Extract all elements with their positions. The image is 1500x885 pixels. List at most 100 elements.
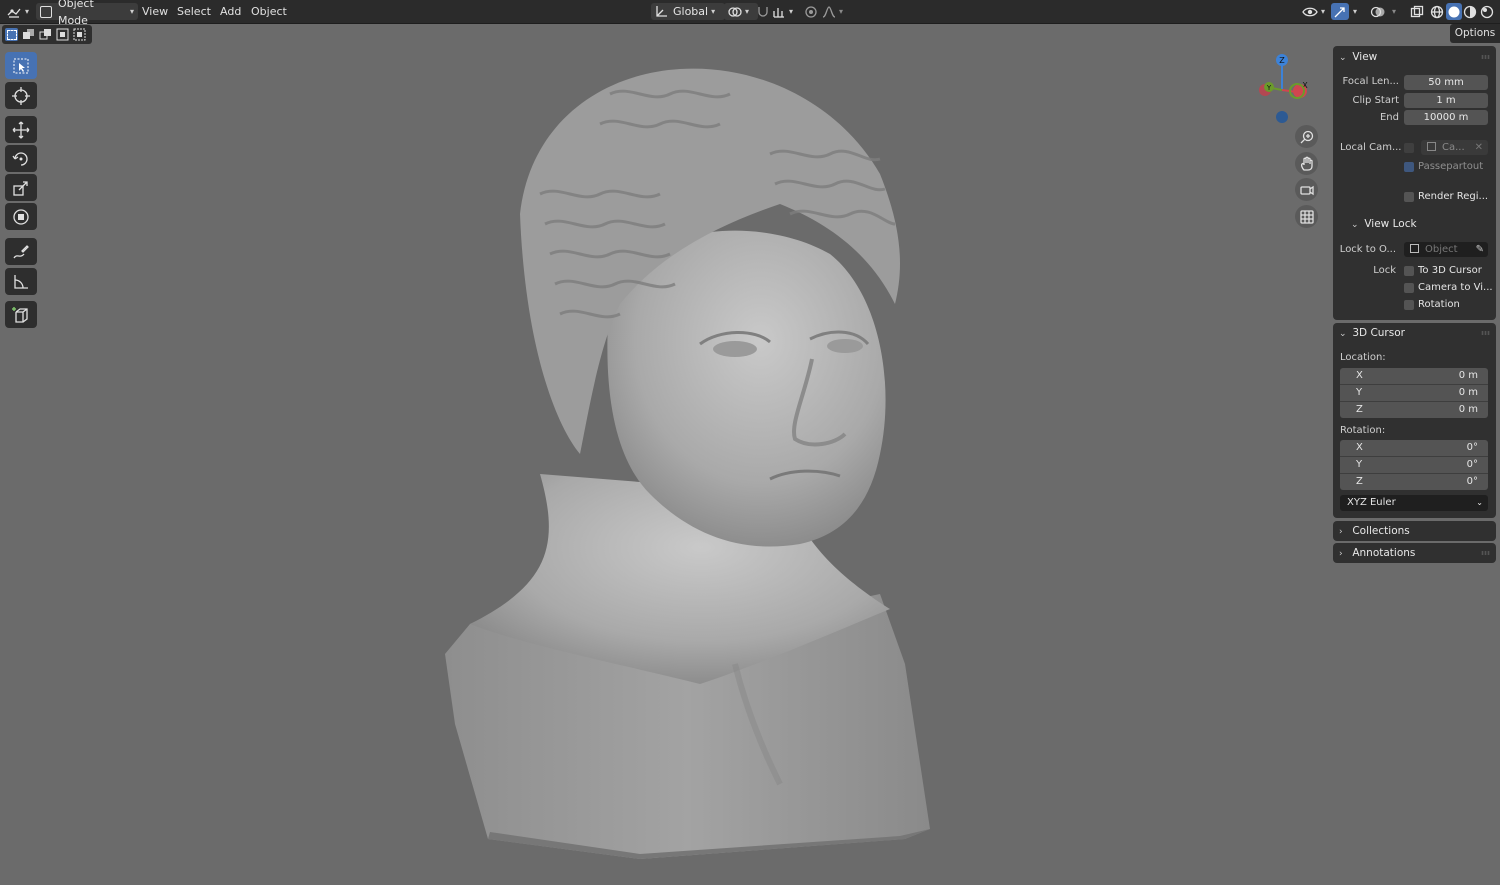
select-subtract-icon — [39, 29, 51, 40]
shading-material[interactable] — [1463, 3, 1477, 20]
passepartout-label: Passepartout — [1418, 161, 1484, 172]
panel-grip-icon[interactable] — [1481, 551, 1490, 555]
menu-object[interactable]: Object — [251, 3, 287, 20]
rotation-mode-select[interactable]: XYZ Euler ⌄ — [1340, 495, 1488, 511]
tool-shelf — [3, 50, 40, 330]
select-new-button[interactable] — [5, 28, 18, 41]
tool-rotate[interactable] — [5, 145, 37, 172]
chevron-down-icon: ⌄ — [1339, 329, 1347, 339]
location-z-field[interactable]: Z 0 m — [1340, 402, 1488, 418]
tool-annotate[interactable] — [5, 238, 37, 265]
passepartout-checkbox[interactable] — [1404, 162, 1414, 172]
annotations-panel[interactable]: › Annotations — [1333, 543, 1496, 563]
render-region-checkbox[interactable] — [1404, 192, 1414, 202]
object-mode-icon — [40, 5, 52, 18]
tool-cursor[interactable] — [5, 82, 37, 109]
menu-add[interactable]: Add — [220, 3, 241, 20]
lock-to-object-field[interactable]: Object ✎ — [1404, 242, 1488, 257]
select-subtract-button[interactable] — [39, 28, 52, 41]
tool-transform[interactable] — [5, 203, 37, 230]
select-invert-icon — [56, 28, 69, 41]
gizmo-z-label: Z — [1279, 56, 1285, 65]
rotation-z-field[interactable]: Z 0° — [1340, 474, 1488, 490]
select-extend-button[interactable] — [22, 28, 35, 41]
snap-toggle[interactable] — [756, 3, 770, 20]
collections-panel[interactable]: › Collections — [1333, 521, 1496, 541]
panel-grip-icon[interactable] — [1481, 55, 1490, 59]
pivot-point-selector[interactable]: ▾ — [724, 3, 758, 20]
tool-select-box[interactable] — [5, 52, 37, 79]
3d-viewport-icon — [7, 8, 21, 18]
rotation-x-field[interactable]: X 0° — [1340, 440, 1488, 457]
rotation-y-field[interactable]: Y 0° — [1340, 457, 1488, 474]
location-y-field[interactable]: Y 0 m — [1340, 385, 1488, 402]
view-panel-header[interactable]: ⌄ View — [1339, 48, 1377, 66]
clear-x-icon[interactable]: ✕ — [1475, 140, 1483, 155]
collections-panel-header[interactable]: › Collections — [1339, 522, 1410, 540]
rotation-vector: X 0° Y 0° Z 0° — [1340, 440, 1488, 490]
snap-target-selector[interactable]: ▾ — [772, 3, 793, 20]
axis-label: Y — [1356, 387, 1363, 398]
panel-grip-icon[interactable] — [1481, 331, 1490, 335]
proportional-editing-toggle[interactable] — [804, 3, 818, 20]
transform-orientation-label: Global — [673, 5, 709, 18]
clip-start-field[interactable]: 1 m — [1404, 93, 1488, 108]
lock-rotation-checkbox[interactable] — [1404, 300, 1414, 310]
chevron-down-icon: ▾ — [25, 7, 30, 16]
3d-cursor-icon — [12, 86, 30, 105]
shading-wireframe[interactable] — [1430, 3, 1444, 20]
zoom-magnifier-icon — [1300, 130, 1313, 143]
zoom-button[interactable] — [1295, 125, 1318, 148]
gizmo-toggle[interactable] — [1331, 3, 1349, 20]
tool-scale[interactable] — [5, 174, 37, 201]
lock-to-object-placeholder: Object — [1425, 244, 1458, 255]
mode-selector[interactable]: Object Mode ▾ — [36, 0, 138, 27]
shading-rendered[interactable] — [1480, 3, 1494, 20]
3d-viewport[interactable]: Z X Y — [0, 24, 1500, 885]
3d-cursor-panel: ⌄ 3D Cursor Location: X 0 m Y 0 m Z 0 m … — [1333, 323, 1496, 518]
eyedropper-icon[interactable]: ✎ — [1476, 242, 1484, 257]
proportional-falloff-selector[interactable]: ▾ — [822, 3, 843, 20]
local-camera-checkbox[interactable] — [1404, 143, 1414, 153]
shading-solid[interactable] — [1446, 3, 1462, 20]
tool-measure[interactable] — [5, 268, 37, 295]
perspective-toggle-button[interactable] — [1295, 205, 1318, 228]
camera-view-button[interactable] — [1295, 178, 1318, 201]
xray-toggle[interactable] — [1410, 3, 1424, 20]
solid-sphere-icon — [1448, 6, 1460, 17]
gizmo-options[interactable]: ▾ — [1350, 3, 1357, 20]
transform-orientation-selector[interactable]: Global ▾ — [651, 3, 725, 20]
select-new-icon — [7, 30, 17, 40]
rotate-icon — [12, 151, 28, 166]
overlays-options[interactable]: ▾ — [1389, 3, 1396, 20]
annotate-pencil-icon — [13, 244, 29, 258]
view-lock-header[interactable]: ⌄ View Lock — [1351, 215, 1417, 233]
menu-select[interactable]: Select — [177, 3, 211, 20]
select-intersect-button[interactable] — [73, 28, 86, 41]
annotations-panel-header[interactable]: › Annotations — [1339, 544, 1415, 562]
axis-label: X — [1356, 442, 1363, 453]
editor-type-button[interactable]: ▾ — [6, 3, 29, 20]
axis-value: 0 m — [1458, 404, 1478, 415]
navigation-gizmo[interactable]: Z X Y — [1245, 50, 1320, 125]
options-tab[interactable]: Options — [1450, 24, 1500, 43]
overlays-toggle[interactable] — [1370, 3, 1386, 20]
visibility-selector[interactable]: ▾ — [1302, 3, 1325, 20]
select-invert-button[interactable] — [56, 28, 69, 41]
tool-add-cube[interactable] — [5, 301, 37, 328]
focal-length-field[interactable]: 50 mm — [1404, 75, 1488, 90]
clip-end-label: End — [1379, 112, 1399, 123]
local-camera-field[interactable]: Ca... ✕ — [1421, 140, 1488, 155]
clip-start-label: Clip Start — [1352, 95, 1400, 106]
camera-to-view-checkbox[interactable] — [1404, 283, 1414, 293]
lock-to-3d-cursor-checkbox[interactable] — [1404, 266, 1414, 276]
pan-button[interactable] — [1295, 152, 1318, 175]
gizmo-neg-z-axis[interactable] — [1276, 111, 1288, 123]
3d-cursor-panel-header[interactable]: ⌄ 3D Cursor — [1339, 324, 1405, 342]
sculpture-bust-object[interactable] — [0, 24, 1500, 885]
local-camera-label: Local Cam... — [1340, 142, 1402, 153]
tool-move[interactable] — [5, 116, 37, 143]
location-x-field[interactable]: X 0 m — [1340, 368, 1488, 385]
clip-end-field[interactable]: 10000 m — [1404, 110, 1488, 125]
menu-view[interactable]: View — [142, 3, 168, 20]
